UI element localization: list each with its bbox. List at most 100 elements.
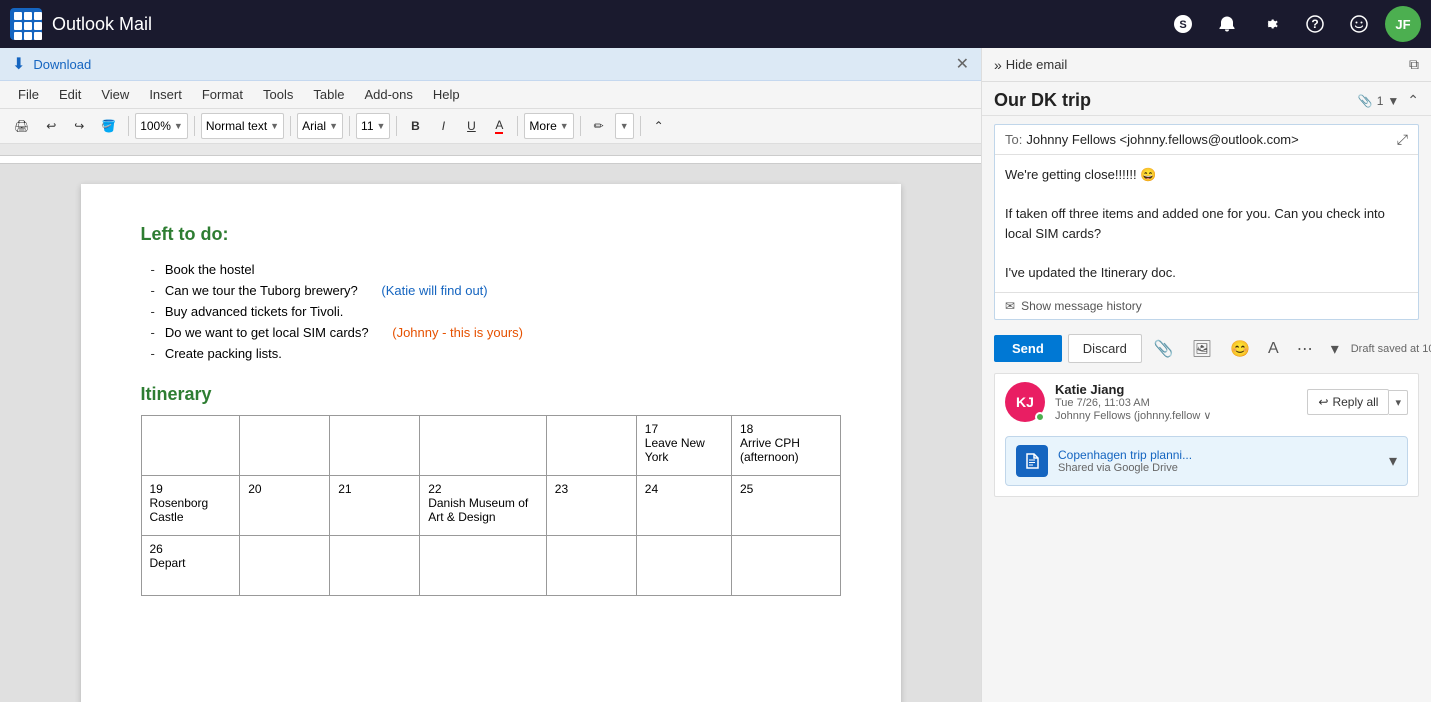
- more-chevron-icon: ▼: [560, 121, 569, 131]
- table-cell: [330, 416, 420, 476]
- insert-emoji-button[interactable]: 😊: [1224, 335, 1256, 363]
- sender-avatar: KJ: [1005, 382, 1045, 422]
- attachment-name: Copenhagen trip planni...: [1058, 448, 1379, 462]
- emoji-icon[interactable]: [1341, 6, 1377, 42]
- sender-time: Tue 7/26, 11:03 AM: [1055, 397, 1297, 409]
- download-icon: ⬇: [12, 54, 25, 74]
- toolbar-separator-7: [580, 116, 581, 136]
- reply-controls: ↩ Reply all ▾: [1307, 389, 1408, 415]
- list-item-text: Do we want to get local SIM cards?: [165, 325, 369, 340]
- formatting-toolbar: 🖨 ↩ ↪ 🪣 100% ▼ Normal text ▼ Arial ▼ 11: [0, 109, 981, 144]
- menu-addons[interactable]: Add-ons: [354, 83, 422, 106]
- attachment-card[interactable]: Copenhagen trip planni... Shared via Goo…: [1005, 436, 1408, 486]
- table-cell: 21: [330, 476, 420, 536]
- collapse-toolbar-button[interactable]: ⌃: [647, 113, 671, 139]
- reply-all-button[interactable]: ↩ Reply all: [1307, 389, 1389, 415]
- menu-view[interactable]: View: [91, 83, 139, 106]
- menu-help[interactable]: Help: [423, 83, 470, 106]
- menu-tools[interactable]: Tools: [253, 83, 303, 106]
- table-cell: [330, 536, 420, 596]
- show-message-history-button[interactable]: ✉ Show message history: [995, 292, 1418, 319]
- toolbar-separator-2: [194, 116, 195, 136]
- paperclip-icon: 📎: [1358, 94, 1373, 108]
- compose-body-line1: We're getting close!!!!!! 😄: [1005, 165, 1408, 185]
- list-item: Book the hostel: [151, 259, 841, 280]
- discard-button[interactable]: Discard: [1068, 334, 1142, 363]
- table-cell: 24: [636, 476, 731, 536]
- message-history-icon: ✉: [1005, 299, 1015, 313]
- undo-button[interactable]: ↩: [39, 113, 63, 139]
- underline-button[interactable]: U: [459, 113, 483, 139]
- doc-heading-itinerary: Itinerary: [141, 384, 841, 405]
- more-dropdown[interactable]: More ▼: [524, 113, 573, 139]
- italic-button[interactable]: I: [431, 113, 455, 139]
- text-color-button[interactable]: A: [487, 113, 511, 139]
- download-close-button[interactable]: ✕: [956, 54, 969, 74]
- collapse-thread-icon[interactable]: ⌃: [1407, 92, 1419, 109]
- compose-area: To: Johnny Fellows <johnny.fellows@outlo…: [994, 124, 1419, 320]
- more-options-button[interactable]: ⋯: [1291, 335, 1319, 363]
- expand-compose-icon[interactable]: ⤢: [1397, 131, 1408, 148]
- pen-dropdown[interactable]: ▼: [615, 113, 634, 139]
- table-cell: [420, 416, 547, 476]
- toolbar-separator-8: [640, 116, 641, 136]
- pen-tool-button[interactable]: ✏: [587, 113, 611, 139]
- compose-body-line2: If taken off three items and added one f…: [1005, 204, 1408, 243]
- list-item-link[interactable]: (Katie will find out): [381, 283, 487, 298]
- message-history-label: Show message history: [1021, 299, 1142, 313]
- paint-format-button[interactable]: 🪣: [95, 113, 122, 139]
- bold-button[interactable]: B: [403, 113, 427, 139]
- pen-chevron-icon: ▼: [620, 121, 629, 131]
- print-button[interactable]: 🖨: [8, 113, 35, 139]
- insert-image-button[interactable]: 🖼: [1186, 335, 1218, 363]
- to-value: Johnny Fellows <johnny.fellows@outlook.c…: [1026, 132, 1392, 147]
- list-item-link: (Johnny - this is yours): [392, 325, 523, 340]
- list-item-text: Book the hostel: [165, 262, 255, 277]
- compose-body[interactable]: We're getting close!!!!!! 😄 If taken off…: [995, 155, 1418, 292]
- toolbar-separator-6: [517, 116, 518, 136]
- table-cell: [731, 536, 840, 596]
- todo-list: Book the hostel Can we tour the Tuborg b…: [151, 259, 841, 364]
- attachment-count: 1: [1377, 94, 1384, 108]
- text-formatting-button[interactable]: A: [1262, 336, 1285, 362]
- settings-icon[interactable]: [1253, 6, 1289, 42]
- table-row: 26 Depart: [141, 536, 840, 596]
- table-cell: [546, 536, 636, 596]
- compose-body-line3: I've updated the Itinerary doc.: [1005, 263, 1408, 283]
- notifications-icon[interactable]: [1209, 6, 1245, 42]
- send-button[interactable]: Send: [994, 335, 1062, 362]
- menu-format[interactable]: Format: [192, 83, 253, 106]
- to-line: To: Johnny Fellows <johnny.fellows@outlo…: [995, 125, 1418, 155]
- toolbar-separator-3: [290, 116, 291, 136]
- font-dropdown[interactable]: Arial ▼: [297, 113, 343, 139]
- attachment-subtitle: Shared via Google Drive: [1058, 462, 1379, 474]
- skype-icon[interactable]: S: [1165, 6, 1201, 42]
- menu-insert[interactable]: Insert: [139, 83, 192, 106]
- table-cell: [240, 416, 330, 476]
- menu-file[interactable]: File: [8, 83, 49, 106]
- sender-info: Katie Jiang Tue 7/26, 11:03 AM Johnny Fe…: [1055, 382, 1297, 422]
- attachment-info: Copenhagen trip planni... Shared via Goo…: [1058, 448, 1379, 474]
- compose-expand-button[interactable]: ▾: [1325, 335, 1345, 363]
- attach-chevron-icon[interactable]: ▼: [1387, 94, 1399, 108]
- help-icon[interactable]: ?: [1297, 6, 1333, 42]
- zoom-chevron-icon: ▼: [174, 121, 183, 131]
- hide-email-label[interactable]: Hide email: [1006, 57, 1067, 72]
- redo-button[interactable]: ↪: [67, 113, 91, 139]
- reply-all-icon: ↩: [1318, 395, 1328, 409]
- user-avatar[interactable]: JF: [1385, 6, 1421, 42]
- maximize-icon[interactable]: ⧉: [1409, 56, 1419, 73]
- reply-dropdown-button[interactable]: ▾: [1389, 390, 1408, 415]
- menu-table[interactable]: Table: [303, 83, 354, 106]
- app-launcher-button[interactable]: [10, 8, 42, 40]
- menu-edit[interactable]: Edit: [49, 83, 91, 106]
- attachment-expand-icon[interactable]: ▾: [1389, 451, 1397, 471]
- hide-email-section: » Hide email: [994, 57, 1403, 73]
- style-dropdown[interactable]: Normal text ▼: [201, 113, 284, 139]
- ruler: [0, 144, 981, 164]
- thread-title: Our DK trip: [994, 90, 1358, 111]
- document-page: Left to do: Book the hostel Can we tour …: [81, 184, 901, 702]
- attach-file-button[interactable]: 📎: [1148, 335, 1180, 363]
- zoom-dropdown[interactable]: 100% ▼: [135, 113, 188, 139]
- fontsize-dropdown[interactable]: 11 ▼: [356, 113, 390, 139]
